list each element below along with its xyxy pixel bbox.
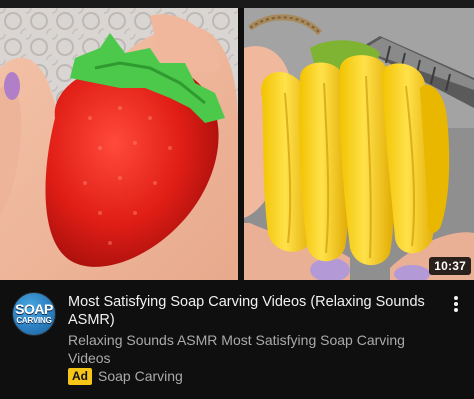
ad-badge: Ad [68,367,92,385]
video-thumbnail[interactable]: 10:37 [0,8,474,280]
advertiser-name[interactable]: Soap Carving [98,367,183,385]
video-description: Relaxing Sounds ASMR Most Satisfying Soa… [68,332,405,366]
channel-avatar[interactable]: SOAP CARVING [12,292,56,336]
avatar-text-line2: CARVING [16,316,52,325]
ad-line: Ad Soap Carving [68,367,183,385]
more-options-button[interactable] [446,292,466,316]
more-vert-icon [454,296,458,312]
avatar-text-line1: SOAP [15,301,53,317]
video-title[interactable]: Most Satisfying Soap Carving Videos (Rel… [68,293,428,329]
video-duration-badge: 10:37 [429,257,471,275]
thumbnail-image [0,8,474,280]
top-bar [0,0,474,8]
video-metadata: SOAP CARVING Most Satisfying Soap Carvin… [0,280,474,399]
